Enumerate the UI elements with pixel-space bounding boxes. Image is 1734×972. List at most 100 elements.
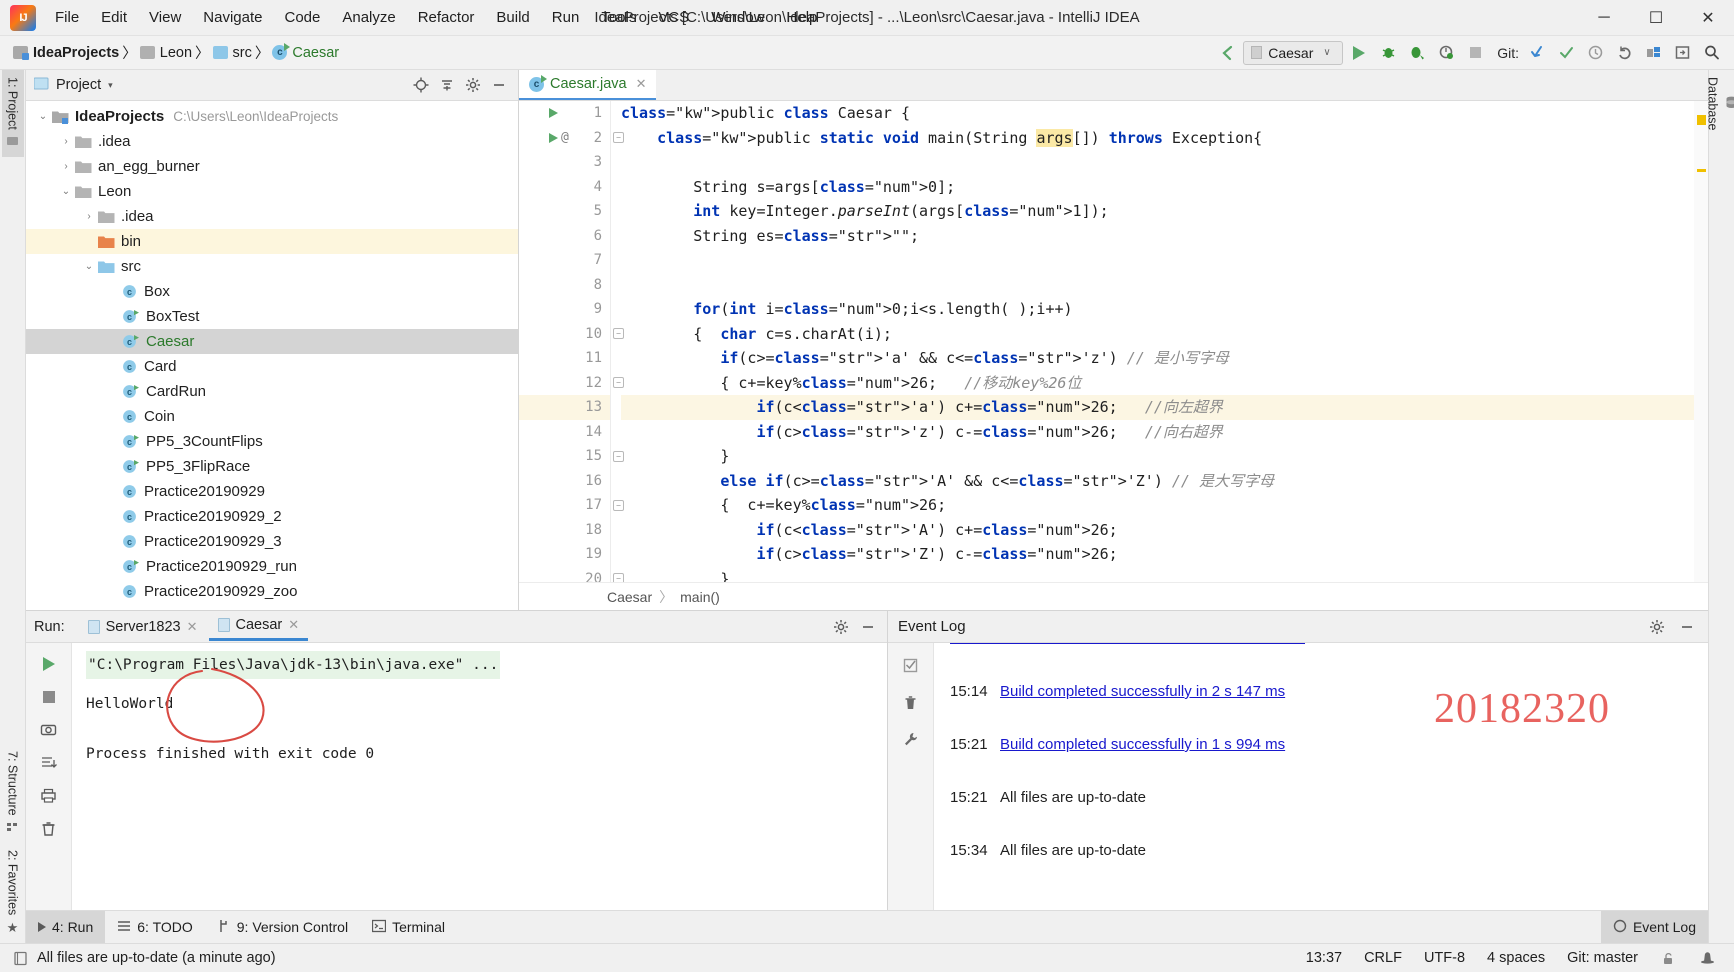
tree-expander-icon[interactable]: ⌄ (80, 261, 98, 272)
code-line-14[interactable]: if(c>class="str">'z') c-=class="num">26;… (621, 420, 1708, 445)
code-line-17[interactable]: { c+=key%class="num">26; (621, 493, 1708, 518)
maximize-button[interactable]: ☐ (1630, 0, 1682, 36)
status-line-separator[interactable]: CRLF (1364, 950, 1402, 966)
minimize-button[interactable]: ─ (1578, 0, 1630, 36)
code-line-19[interactable]: if(c>class="str">'Z') c-=class="num">26; (621, 542, 1708, 567)
inspector-hat-icon[interactable] (1699, 950, 1716, 967)
menu-tools[interactable]: Tools (590, 4, 647, 31)
print-icon[interactable] (34, 781, 64, 810)
open-settings-icon[interactable] (1669, 41, 1695, 65)
gutter-line-20[interactable]: 20− (519, 567, 624, 582)
tree-node-caesar[interactable]: c Caesar (26, 329, 518, 354)
gutter-line-9[interactable]: 9 (519, 297, 610, 322)
tree-node-bin[interactable]: bin (26, 229, 518, 254)
menu-window[interactable]: Window (700, 4, 775, 31)
gutter-line-4[interactable]: 4 (519, 175, 610, 200)
console-output[interactable]: "C:\Program Files\Java\jdk-13\bin\java.e… (72, 643, 887, 910)
gutter-line-17[interactable]: 17− (519, 493, 624, 518)
status-indent[interactable]: 4 spaces (1487, 950, 1545, 966)
event-log-link[interactable]: Build completed successfully in 1 s 994 … (1000, 736, 1285, 753)
run-with-coverage-icon[interactable] (1404, 41, 1430, 65)
settings-gear-icon[interactable] (1646, 616, 1668, 638)
bottom-item-event-log[interactable]: Event Log (1600, 911, 1708, 943)
project-structure-icon[interactable] (1640, 41, 1666, 65)
code-line-11[interactable]: if(c>=class="str">'a' && c<=class="str">… (621, 346, 1708, 371)
tree-node--idea[interactable]: › .idea (26, 129, 518, 154)
rollback-icon[interactable] (1611, 41, 1637, 65)
menu-run[interactable]: Run (541, 4, 591, 31)
menu-edit[interactable]: Edit (90, 4, 138, 31)
sidebar-item-structure[interactable]: 7: Structure (2, 744, 24, 843)
menu-navigate[interactable]: Navigate (192, 4, 273, 31)
code-line-16[interactable]: else if(c>=class="str">'A' && c<=class="… (621, 469, 1708, 494)
gutter-line-14[interactable]: 14 (519, 420, 610, 445)
menu-vcs[interactable]: VCS (647, 4, 700, 31)
camera-icon[interactable] (34, 715, 64, 744)
tree-node-practice20190929[interactable]: c Practice20190929 (26, 479, 518, 504)
run-tab-caesar[interactable]: Caesar ✕ (208, 612, 309, 641)
code-line-1[interactable]: class="kw">public class Caesar { (621, 101, 1708, 126)
clear-all-icon[interactable] (34, 814, 64, 843)
delete-icon[interactable] (896, 688, 926, 717)
gutter-line-1[interactable]: 1 (519, 101, 610, 126)
override-icon[interactable]: @ (561, 130, 569, 145)
gutter-line-5[interactable]: 5 (519, 199, 610, 224)
tree-node-boxtest[interactable]: c BoxTest (26, 304, 518, 329)
sidebar-item-project[interactable]: 1: Project (1, 70, 24, 157)
commit-icon[interactable] (1553, 41, 1579, 65)
gutter-line-18[interactable]: 18 (519, 518, 610, 543)
tree-node-an-egg-burner[interactable]: › an_egg_burner (26, 154, 518, 179)
tree-node-practice20190929-3[interactable]: c Practice20190929_3 (26, 529, 518, 554)
tree-expander-icon[interactable]: ⌄ (57, 186, 75, 197)
close-button[interactable]: ✕ (1682, 0, 1734, 36)
code-line-3[interactable] (621, 150, 1708, 175)
settings-gear-icon[interactable] (462, 74, 484, 96)
gutter-line-6[interactable]: 6 (519, 224, 610, 249)
close-icon[interactable]: ✕ (187, 619, 198, 635)
menu-help[interactable]: Help (776, 4, 829, 31)
hide-icon[interactable] (857, 616, 879, 638)
mark-read-icon[interactable] (896, 651, 926, 680)
breadcrumb-class[interactable]: Caesar (607, 589, 652, 605)
run-configuration-selector[interactable]: Caesar ∨ (1243, 40, 1344, 65)
gutter-line-13[interactable]: 13 (519, 395, 610, 420)
status-encoding[interactable]: UTF-8 (1424, 950, 1465, 966)
editor-vertical-scrollbar[interactable] (1694, 101, 1708, 582)
sidebar-item-database[interactable]: Database (1702, 70, 1734, 138)
breadcrumb-ideaprojects[interactable]: IdeaProjects (10, 43, 122, 63)
code-line-6[interactable]: String es=class="str">""; (621, 224, 1708, 249)
status-git-branch[interactable]: Git: master (1567, 950, 1638, 966)
tree-expander-icon[interactable]: › (80, 211, 98, 222)
editor-tab-caesar-java[interactable]: c Caesar.java ✕ (519, 70, 657, 100)
gutter-line-7[interactable]: 7 (519, 248, 610, 273)
update-project-icon[interactable] (1524, 41, 1550, 65)
gutter-line-16[interactable]: 16 (519, 469, 610, 494)
menu-refactor[interactable]: Refactor (407, 4, 486, 31)
menu-view[interactable]: View (138, 4, 192, 31)
code-line-12[interactable]: { c+=key%class="num">26; //移动key%26位 (621, 371, 1708, 396)
tree-node-ideaprojects[interactable]: ⌄ IdeaProjects C:\Users\Leon\IdeaProjects (26, 104, 518, 129)
stop-icon[interactable] (34, 682, 64, 711)
gutter-line-3[interactable]: 3 (519, 150, 610, 175)
tree-node-cardrun[interactable]: c CardRun (26, 379, 518, 404)
editor-gutter[interactable]: 1 @2− 3 4 5 6 7 8 9 10− 11 12− 13 14 15− 16 17− 18 19 20− (519, 101, 624, 582)
breadcrumb-src[interactable]: src (210, 43, 255, 63)
gutter-line-2[interactable]: @2− (519, 126, 624, 151)
tree-node-practice20190929-run[interactable]: c Practice20190929_run (26, 554, 518, 579)
breadcrumb-method[interactable]: main() (680, 589, 720, 605)
breadcrumb-leon[interactable]: Leon (137, 43, 195, 63)
tree-expander-icon[interactable]: › (57, 161, 75, 172)
gutter-line-10[interactable]: 10− (519, 322, 624, 347)
history-icon[interactable] (1582, 41, 1608, 65)
tree-node-leon[interactable]: ⌄ Leon (26, 179, 518, 204)
code-line-13[interactable]: if(c<class="str">'a') c+=class="num">26;… (621, 395, 1708, 420)
hide-icon[interactable] (488, 74, 510, 96)
code-line-15[interactable]: } (621, 444, 1708, 469)
tree-node-pp5-3fliprace[interactable]: c PP5_3FlipRace (26, 454, 518, 479)
event-log-list[interactable]: 20182320 15:14 Build completed successful… (934, 643, 1708, 910)
back-arrow-icon[interactable] (1214, 41, 1240, 65)
code-line-2[interactable]: class="kw">public static void main(Strin… (621, 126, 1708, 151)
code-line-9[interactable]: for(int i=class="num">0;i<s.length( );i+… (621, 297, 1708, 322)
run-icon[interactable] (549, 132, 558, 143)
bottom-item-todo[interactable]: 6: TODO (105, 911, 205, 943)
